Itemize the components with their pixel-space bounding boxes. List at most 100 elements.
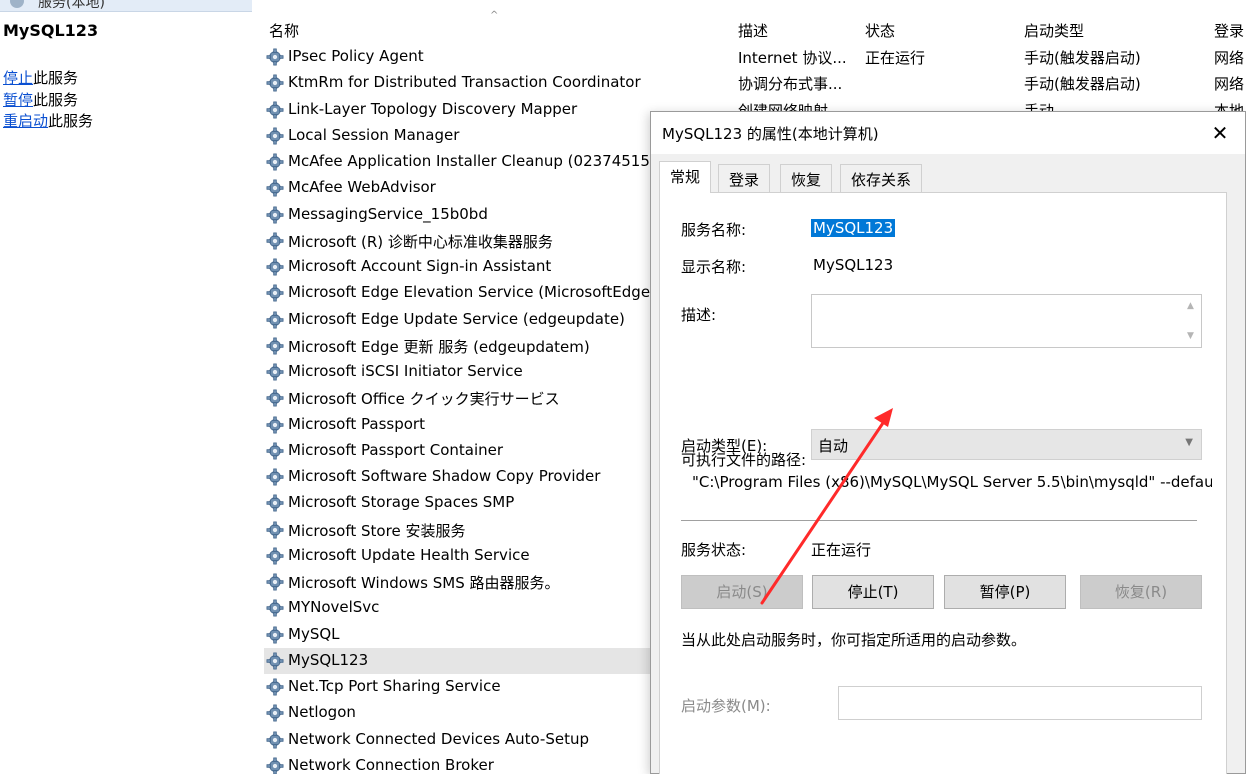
sort-ascending-icon: ^ [490, 10, 499, 21]
service-name: Microsoft Account Sign-in Assistant [288, 257, 552, 275]
gear-icon [266, 573, 284, 591]
chevron-down-icon: ▼ [1185, 437, 1193, 448]
service-startup: 手动(触发器启动) [1024, 49, 1141, 67]
gear-icon [266, 127, 284, 145]
column-header-description[interactable]: 描述 [738, 20, 768, 41]
service-name-text: MySQL123 [811, 219, 896, 237]
service-name: Microsoft Edge Update Service (edgeupdat… [288, 309, 625, 328]
column-header-name[interactable]: 名称 [269, 20, 299, 41]
gear-icon [266, 704, 284, 722]
column-header-status[interactable]: 状态 [865, 20, 895, 41]
scroll-down-icon[interactable]: ▼ [1187, 331, 1194, 341]
service-name: Microsoft Edge 更新 服务 (edgeupdatem) [288, 337, 590, 356]
display-name-label: 显示名称: [681, 258, 747, 276]
list-header: ^ 名称 描述 状态 启动类型 登录 [252, 10, 1246, 44]
description-scrollbar[interactable]: ▲ ▼ [1183, 295, 1201, 347]
service-name: Microsoft Edge Elevation Service (Micros… [288, 283, 692, 302]
gear-icon [266, 442, 284, 460]
gear-icon [266, 101, 284, 119]
start-button[interactable]: 启动(S) [681, 575, 803, 609]
service-name: Network Connected Devices Auto-Setup [288, 729, 589, 748]
service-name: Microsoft Software Shadow Copy Provider [288, 467, 601, 485]
table-row[interactable]: IPsec Policy Agent Internet 协议... 正在运行 手动(触… [264, 44, 1246, 70]
gear-icon [266, 74, 284, 92]
service-name: Microsoft Update Health Service [288, 545, 530, 564]
service-name: KtmRm for Distributed Transaction Coordi… [288, 73, 641, 92]
start-params-label: 启动参数(M): [681, 697, 771, 715]
gear-icon [266, 731, 284, 749]
gear-icon [266, 547, 284, 565]
tab-dependencies[interactable]: 依存关系 [840, 164, 923, 192]
close-icon[interactable]: ✕ [1203, 118, 1237, 148]
description-field[interactable]: ▲ ▼ [811, 294, 1202, 348]
service-description: Internet 协议... [738, 49, 847, 67]
service-name: MessagingService_15b0bd [288, 204, 488, 223]
service-status: 正在运行 [865, 49, 926, 67]
gear-icon [266, 468, 284, 486]
pause-button[interactable]: 暂停(P) [944, 575, 1066, 609]
services-icon [10, 0, 24, 8]
service-name-label: 服务名称: [681, 221, 747, 239]
pause-service-link[interactable]: 暂停 [3, 91, 33, 109]
start-params-hint: 当从此处启动服务时，你可指定所适用的启动参数。 [681, 631, 1027, 649]
service-name: Network Connection Broker [288, 755, 494, 774]
display-name-value[interactable]: MySQL123 [813, 256, 893, 274]
service-name: Microsoft Store 安装服务 [288, 521, 466, 540]
service-name: Microsoft Passport Container [288, 440, 504, 459]
service-name-value[interactable]: MySQL123 [811, 219, 896, 237]
column-header-logon[interactable]: 登录 [1214, 20, 1244, 41]
service-name: Link-Layer Topology Discovery Mapper [288, 99, 578, 118]
general-tab-panel: 服务名称: MySQL123 显示名称: MySQL123 描述: ▲ ▼ 可执… [659, 192, 1227, 774]
service-name: Microsoft Office クイック実行サービス [288, 390, 560, 409]
service-name: MySQL [288, 624, 340, 643]
service-name: IPsec Policy Agent [288, 47, 424, 65]
service-name: Microsoft Passport [288, 414, 425, 433]
gear-icon [266, 206, 284, 224]
service-name: Net.Tcp Port Sharing Service [288, 677, 501, 695]
tab-general[interactable]: 常规 [659, 161, 712, 193]
gear-icon [266, 494, 284, 512]
resume-button[interactable]: 恢复(R) [1080, 575, 1202, 609]
start-params-input[interactable] [838, 686, 1202, 720]
stop-service-link[interactable]: 停止 [3, 69, 33, 87]
pause-service-suffix: 此服务 [33, 91, 79, 109]
restart-service-link[interactable]: 重启动 [3, 112, 48, 130]
service-name: Microsoft iSCSI Initiator Service [288, 362, 523, 380]
gear-icon [266, 48, 284, 66]
startup-type-select[interactable]: 自动 ▼ [811, 429, 1202, 460]
gear-icon [266, 678, 284, 696]
description-label: 描述: [681, 306, 717, 324]
gear-icon [266, 311, 284, 329]
gear-icon [266, 652, 284, 670]
gear-icon [266, 389, 284, 407]
action-restart: 重启动此服务 [3, 110, 93, 131]
tab-recovery[interactable]: 恢复 [780, 164, 833, 192]
service-logon: 网络 [1214, 49, 1245, 67]
separator [681, 520, 1197, 521]
dialog-title: MySQL123 的属性(本地计算机) [662, 125, 879, 143]
stop-button[interactable]: 停止(T) [812, 575, 934, 609]
service-name: McAfee Application Installer Cleanup (02… [288, 152, 689, 170]
executable-path-value[interactable]: "C:\Program Files (x86)\MySQL\MySQL Serv… [692, 473, 1212, 491]
gear-icon [266, 153, 284, 171]
table-row[interactable]: KtmRm for Distributed Transaction Coordi… [264, 70, 1246, 96]
column-header-startup-type[interactable]: 启动类型 [1024, 20, 1084, 41]
dialog-titlebar[interactable]: MySQL123 的属性(本地计算机) ✕ [651, 112, 1245, 154]
action-stop: 停止此服务 [3, 67, 78, 88]
service-status-value: 正在运行 [811, 541, 872, 559]
gear-icon [266, 337, 284, 355]
console-tab-label: 服务(本地) [38, 0, 105, 11]
service-name: Netlogon [288, 703, 356, 722]
console-tab[interactable]: 服务(本地) [0, 0, 252, 12]
scroll-up-icon[interactable]: ▲ [1187, 301, 1194, 311]
service-name: McAfee WebAdvisor [288, 178, 436, 197]
gear-icon [266, 258, 284, 276]
gear-icon [266, 232, 284, 250]
service-logon: 网络 [1214, 75, 1245, 94]
gear-icon [266, 284, 284, 302]
action-pause: 暂停此服务 [3, 89, 78, 110]
startup-type-label: 启动类型(E): [681, 437, 768, 455]
service-description: 协调分布式事... [738, 75, 843, 94]
tab-logon[interactable]: 登录 [718, 164, 771, 192]
gear-icon [266, 599, 284, 617]
